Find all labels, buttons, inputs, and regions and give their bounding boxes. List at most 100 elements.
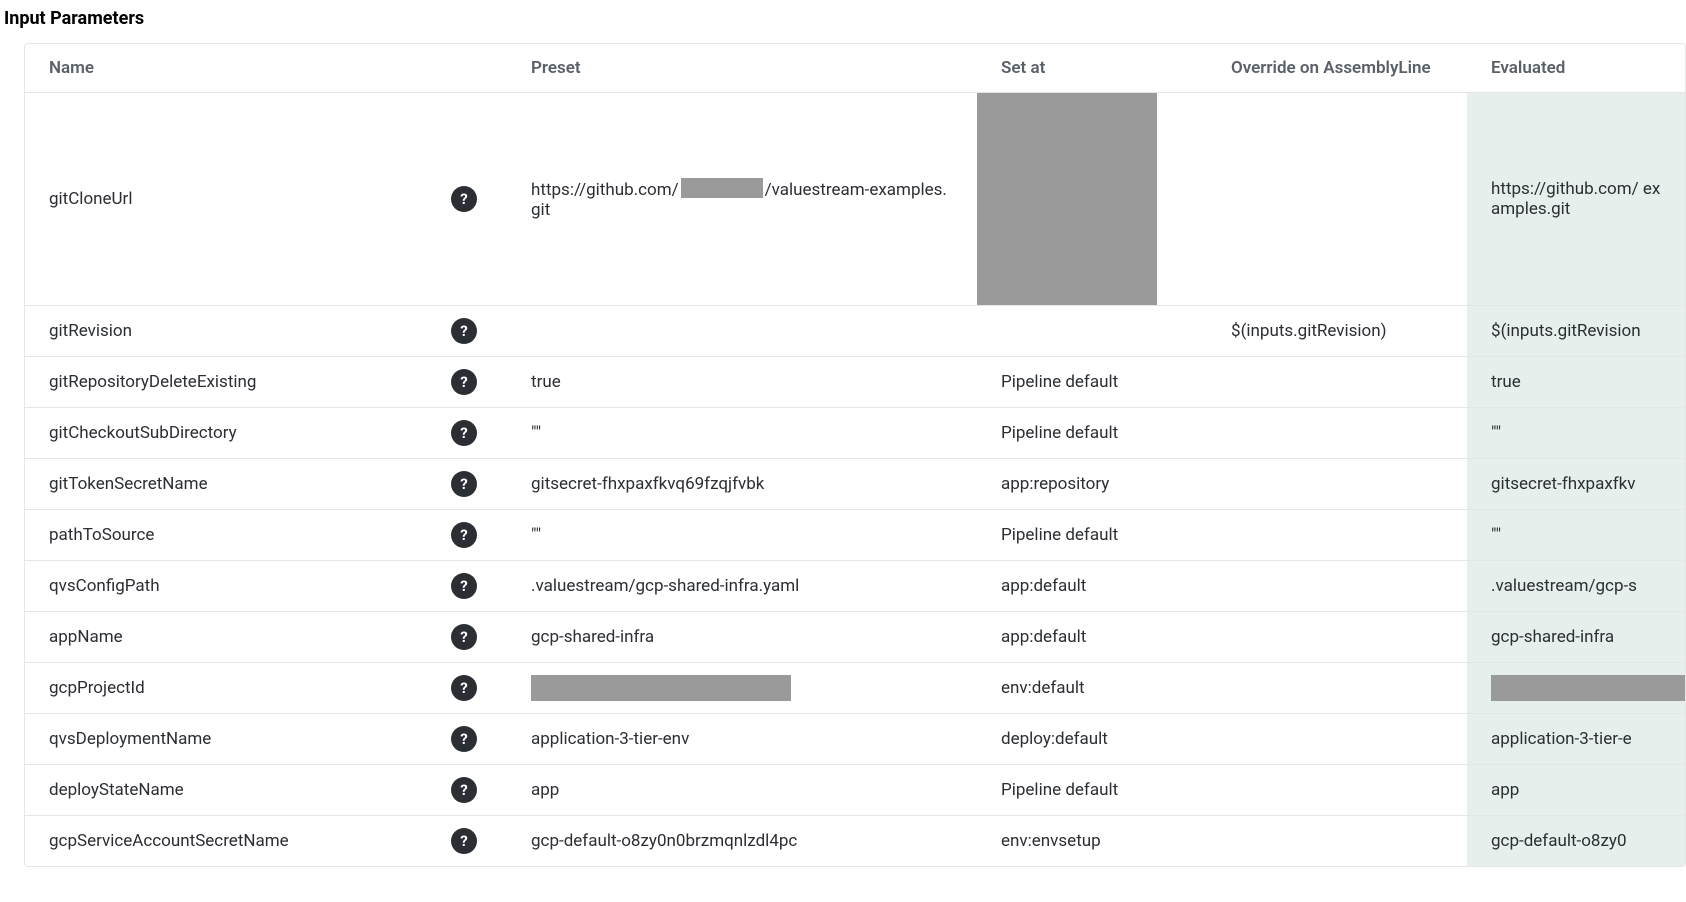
override-value: $(inputs.gitRevision)	[1231, 321, 1387, 341]
help-icon[interactable]: ?	[451, 471, 477, 497]
evaluated-value: app	[1491, 780, 1519, 800]
help-icon[interactable]: ?	[451, 726, 477, 752]
help-cell: ?	[445, 357, 507, 408]
preset-value: gcp-default-o8zy0n0brzmqnlzdl4pc	[531, 831, 797, 851]
help-icon[interactable]: ?	[451, 369, 477, 395]
help-cell: ?	[445, 510, 507, 561]
override-cell: $(inputs.gitRevision)	[1207, 306, 1467, 357]
evaluated-cell	[1467, 663, 1685, 714]
set-at-cell: env:envsetup	[977, 816, 1207, 867]
set-at-value: Pipeline default	[1001, 372, 1118, 392]
help-cell: ?	[445, 765, 507, 816]
set-at-value: env:envsetup	[1001, 831, 1101, 851]
preset-cell: .valuestream/gcp-shared-infra.yaml	[507, 561, 977, 612]
table-row: gcpServiceAccountSecretName? gcp-default-…	[25, 816, 1685, 867]
param-name-cell: qvsDeploymentName	[25, 714, 445, 765]
help-icon[interactable]: ?	[451, 573, 477, 599]
evaluated-cell: .valuestream/gcp-s	[1467, 561, 1685, 612]
evaluated-cell: gcp-shared-infra	[1467, 612, 1685, 663]
param-name-cell: gitTokenSecretName	[25, 459, 445, 510]
preset-cell: ""	[507, 408, 977, 459]
evaluated-value: ""	[1491, 423, 1501, 443]
table-header-row: Name Preset Set at Override on AssemblyL…	[25, 44, 1685, 93]
help-icon[interactable]: ?	[451, 420, 477, 446]
section-title: Input Parameters	[0, 0, 1686, 43]
input-parameters-table: Name Preset Set at Override on AssemblyL…	[25, 44, 1685, 866]
param-name-cell: gitRevision	[25, 306, 445, 357]
help-icon[interactable]: ?	[451, 186, 477, 212]
param-name: gitRevision	[49, 321, 132, 341]
evaluated-value: gitsecret-fhxpaxfkv	[1491, 474, 1636, 494]
redacted-segment	[1491, 675, 1685, 701]
set-at-value: app:default	[1001, 576, 1086, 596]
preset-value: ""	[531, 423, 541, 443]
help-cell: ?	[445, 714, 507, 765]
help-icon[interactable]: ?	[451, 777, 477, 803]
preset-value: true	[531, 372, 561, 392]
param-name: gcpProjectId	[49, 678, 145, 698]
preset-value: gcp-shared-infra	[531, 627, 654, 647]
set-at-value: app:repository	[1001, 474, 1109, 494]
preset-value: gitsecret-fhxpaxfkvq69fzqjfvbk	[531, 474, 764, 494]
override-cell	[1207, 561, 1467, 612]
param-name-cell: gitCloneUrl	[25, 93, 445, 306]
override-cell	[1207, 459, 1467, 510]
table-row: pathToSource? "" Pipeline default ""	[25, 510, 1685, 561]
help-icon[interactable]: ?	[451, 828, 477, 854]
set-at-cell: Pipeline default	[977, 510, 1207, 561]
help-icon[interactable]: ?	[451, 624, 477, 650]
preset-cell: gitsecret-fhxpaxfkvq69fzqjfvbk	[507, 459, 977, 510]
param-name: pathToSource	[49, 525, 154, 545]
param-name: qvsDeploymentName	[49, 729, 211, 749]
table-row: deployStateName?appPipeline defaultapp	[25, 765, 1685, 816]
preset-cell: true	[507, 357, 977, 408]
set-at-cell: env:default	[977, 663, 1207, 714]
col-header-set-at: Set at	[977, 44, 1207, 93]
preset-cell: ""	[507, 510, 977, 561]
override-cell	[1207, 510, 1467, 561]
redacted-segment	[681, 178, 763, 198]
evaluated-cell: https://github.com/ examples.git	[1467, 93, 1685, 306]
help-icon[interactable]: ?	[451, 522, 477, 548]
param-name-cell: pathToSource	[25, 510, 445, 561]
preset-value-prefix: https://github.com/	[531, 180, 679, 200]
help-cell: ?	[445, 561, 507, 612]
set-at-value: deploy:default	[1001, 729, 1108, 749]
evaluated-value: $(inputs.gitRevision	[1491, 321, 1641, 341]
override-cell	[1207, 714, 1467, 765]
param-name-cell: gitRepositoryDeleteExisting	[25, 357, 445, 408]
override-cell	[1207, 357, 1467, 408]
help-icon[interactable]: ?	[451, 675, 477, 701]
param-name-cell: gitCheckoutSubDirectory	[25, 408, 445, 459]
set-at-cell: Pipeline default	[977, 408, 1207, 459]
help-cell: ?	[445, 459, 507, 510]
param-name-cell: gcpProjectId	[25, 663, 445, 714]
table-row: appName?gcp-shared-infraapp:defaultgcp-s…	[25, 612, 1685, 663]
evaluated-cell: app	[1467, 765, 1685, 816]
preset-cell: gcp-default-o8zy0n0brzmqnlzdl4pc	[507, 816, 977, 867]
help-icon[interactable]: ?	[451, 318, 477, 344]
preset-cell: application-3-tier-env	[507, 714, 977, 765]
param-name: appName	[49, 627, 123, 647]
param-name: gitTokenSecretName	[49, 474, 208, 494]
set-at-value: Pipeline default	[1001, 780, 1118, 800]
set-at-cell: app:default	[977, 561, 1207, 612]
set-at-value: Pipeline default	[1001, 525, 1118, 545]
evaluated-cell: gitsecret-fhxpaxfkv	[1467, 459, 1685, 510]
help-cell: ?	[445, 663, 507, 714]
table-row: gitCloneUrl?https://github.com//valuestr…	[25, 93, 1685, 306]
evaluated-cell: ""	[1467, 408, 1685, 459]
evaluated-value: true	[1491, 372, 1521, 392]
table-row: gitTokenSecretName? gitsecret-fhxpaxfkvq6…	[25, 459, 1685, 510]
evaluated-cell: ""	[1467, 510, 1685, 561]
col-header-preset: Preset	[507, 44, 977, 93]
set-at-cell: Pipeline default	[977, 357, 1207, 408]
param-name: qvsConfigPath	[49, 576, 160, 596]
override-cell	[1207, 93, 1467, 306]
param-name-cell: gcpServiceAccountSecretName	[25, 816, 445, 867]
help-cell: ?	[445, 408, 507, 459]
table-row: qvsDeploymentName? application-3-tier-env…	[25, 714, 1685, 765]
help-cell: ?	[445, 816, 507, 867]
preset-cell: gcp-shared-infra	[507, 612, 977, 663]
preset-cell	[507, 663, 977, 714]
